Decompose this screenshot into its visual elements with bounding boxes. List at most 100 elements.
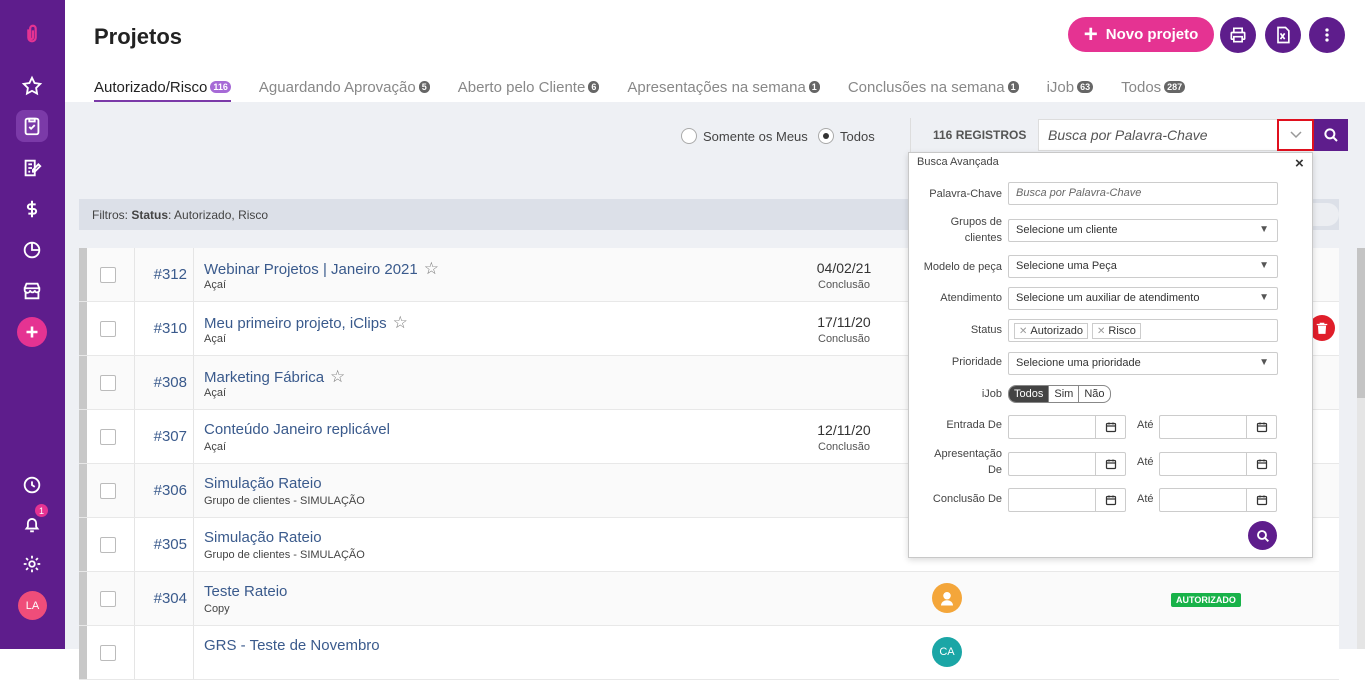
tab-label: Apresentações na semana	[627, 79, 805, 96]
project-title[interactable]: Meu primeiro projeto, iClips ☆	[204, 313, 408, 333]
table-row[interactable]: #304 Teste Rateio Copy AUTORIZADO	[79, 572, 1339, 626]
bell-icon[interactable]: 1	[16, 508, 48, 540]
project-number[interactable]: #306	[139, 482, 187, 499]
project-number[interactable]: #304	[139, 590, 187, 607]
table-row[interactable]: GRS - Teste de Novembro CA	[79, 626, 1339, 680]
remove-icon[interactable]: ✕	[1019, 326, 1027, 337]
gear-icon[interactable]	[16, 548, 48, 580]
project-title[interactable]: Marketing Fábrica ☆	[204, 367, 345, 387]
row-checkbox[interactable]	[100, 375, 116, 391]
clip-logo-icon[interactable]	[16, 18, 48, 50]
project-title[interactable]: Conteúdo Janeiro replicável	[204, 421, 390, 438]
tab-apresentacoes[interactable]: Apresentações na semana1	[627, 74, 819, 100]
tab-conclusoes[interactable]: Conclusões na semana1	[848, 74, 1019, 100]
project-title-text[interactable]: Teste Rateio	[204, 583, 287, 600]
tab-autorizado-risco[interactable]: Autorizado/Risco116	[94, 74, 231, 100]
project-title-text[interactable]: Meu primeiro projeto, iClips	[204, 315, 387, 332]
row-checkbox[interactable]	[100, 429, 116, 445]
avatar[interactable]: LA	[18, 591, 47, 620]
radio-button[interactable]	[818, 128, 834, 144]
project-number[interactable]: #305	[139, 536, 187, 553]
star-icon[interactable]: ☆	[330, 367, 345, 387]
row-checkbox[interactable]	[100, 537, 116, 553]
radio-all[interactable]: Todos	[818, 128, 875, 144]
presentation-from-date[interactable]	[1008, 452, 1126, 476]
status-multiselect[interactable]: ✕Autorizado✕Risco	[1008, 319, 1278, 342]
entry-from-date[interactable]	[1008, 415, 1126, 439]
print-button[interactable]	[1220, 17, 1256, 53]
avatar[interactable]: CA	[932, 637, 962, 667]
conclusion-label: Conclusão De	[933, 491, 1002, 507]
ijob-option-sim[interactable]: Sim	[1049, 386, 1079, 402]
entry-to-date[interactable]	[1159, 415, 1277, 439]
presentation-to-date[interactable]	[1159, 452, 1277, 476]
star-icon[interactable]	[16, 70, 48, 102]
calendar-icon[interactable]	[1246, 489, 1276, 511]
project-title[interactable]: Teste Rateio	[204, 583, 287, 600]
search-button[interactable]	[1314, 119, 1348, 151]
advanced-search-toggle[interactable]	[1277, 119, 1314, 151]
project-title-text[interactable]: Simulação Rateio	[204, 529, 322, 546]
avatar[interactable]	[932, 583, 962, 613]
status-badge: AUTORIZADO	[1171, 593, 1241, 607]
ijob-option-todos[interactable]: Todos	[1009, 386, 1049, 402]
project-title-text[interactable]: Marketing Fábrica	[204, 369, 324, 386]
add-icon[interactable]	[17, 317, 47, 347]
project-title-text[interactable]: GRS - Teste de Novembro	[204, 637, 380, 654]
priority-select[interactable]: Selecione uma prioridade▼	[1008, 352, 1278, 375]
calendar-icon[interactable]	[1095, 416, 1125, 438]
status-tag[interactable]: ✕Autorizado	[1014, 323, 1088, 339]
project-title[interactable]: Webinar Projetos | Janeiro 2021 ☆	[204, 259, 439, 279]
calendar-icon[interactable]	[1095, 453, 1125, 475]
project-title-text[interactable]: Simulação Rateio	[204, 475, 322, 492]
project-title[interactable]: Simulação Rateio	[204, 529, 322, 546]
row-checkbox[interactable]	[100, 645, 116, 661]
scrollbar-thumb[interactable]	[1357, 248, 1365, 398]
groups-select[interactable]: Selecione um cliente▼	[1008, 219, 1278, 242]
dollar-icon[interactable]	[16, 193, 48, 225]
edit-document-icon[interactable]	[16, 152, 48, 184]
star-icon[interactable]: ☆	[393, 313, 408, 333]
conclusion-from-date[interactable]	[1008, 488, 1126, 512]
calendar-icon[interactable]	[1246, 453, 1276, 475]
new-project-button[interactable]: + Novo projeto	[1068, 17, 1214, 52]
tab-aguardando-aprovacao[interactable]: Aguardando Aprovação5	[259, 74, 430, 100]
store-icon[interactable]	[16, 275, 48, 307]
project-title-text[interactable]: Conteúdo Janeiro replicável	[204, 421, 390, 438]
excel-export-button[interactable]	[1265, 17, 1301, 53]
project-title[interactable]: GRS - Teste de Novembro	[204, 637, 380, 654]
search-input[interactable]: Busca por Palavra-Chave	[1038, 119, 1278, 151]
attendance-select[interactable]: Selecione um auxiliar de atendimento▼	[1008, 287, 1278, 310]
calendar-icon[interactable]	[1095, 489, 1125, 511]
clock-icon[interactable]	[16, 469, 48, 501]
tab-aberto-pelo-cliente[interactable]: Aberto pelo Cliente6	[458, 74, 600, 100]
ijob-option-nao[interactable]: Não	[1079, 386, 1109, 402]
status-tag[interactable]: ✕Risco	[1092, 323, 1141, 339]
row-checkbox[interactable]	[100, 483, 116, 499]
row-checkbox[interactable]	[100, 267, 116, 283]
project-number[interactable]: #312	[139, 266, 187, 283]
conclusion-to-date[interactable]	[1159, 488, 1277, 512]
project-number[interactable]: #310	[139, 320, 187, 337]
calendar-icon[interactable]	[1246, 416, 1276, 438]
remove-icon[interactable]: ✕	[1097, 326, 1105, 337]
model-select[interactable]: Selecione uma Peça▼	[1008, 255, 1278, 278]
pie-chart-icon[interactable]	[16, 234, 48, 266]
project-title-text[interactable]: Webinar Projetos | Janeiro 2021	[204, 261, 418, 278]
tab-ijob[interactable]: iJob63	[1047, 74, 1094, 100]
row-checkbox[interactable]	[100, 591, 116, 607]
radio-only-mine[interactable]: Somente os Meus	[681, 128, 808, 144]
project-title[interactable]: Simulação Rateio	[204, 475, 322, 492]
more-options-button[interactable]	[1309, 17, 1345, 53]
radio-button[interactable]	[681, 128, 697, 144]
star-icon[interactable]: ☆	[424, 259, 439, 279]
clipboard-check-icon[interactable]	[16, 110, 48, 142]
keyword-input[interactable]: Busca por Palavra-Chave	[1008, 182, 1278, 205]
project-number[interactable]: #307	[139, 428, 187, 445]
close-icon[interactable]: ×	[1295, 155, 1304, 172]
row-checkbox[interactable]	[100, 321, 116, 337]
ijob-toggle[interactable]: Todos Sim Não	[1008, 385, 1111, 403]
advanced-search-button[interactable]	[1248, 521, 1277, 550]
tab-todos[interactable]: Todos287	[1121, 74, 1185, 100]
project-number[interactable]: #308	[139, 374, 187, 391]
